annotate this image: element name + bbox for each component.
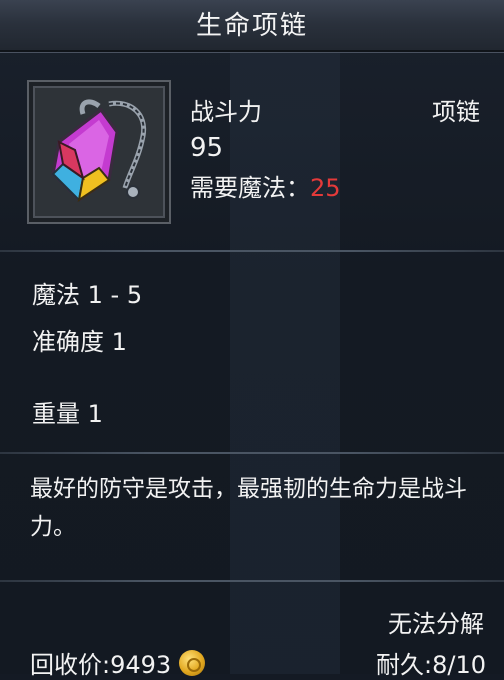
divider <box>0 452 504 454</box>
requirement-label: 需要魔法： <box>190 174 310 202</box>
cannot-decompose-text: 无法分解 <box>388 610 484 638</box>
attribute-line: 准确度 1 <box>32 328 127 356</box>
attribute-line: 魔法 1 - 5 <box>32 281 143 309</box>
item-tooltip-panel: 生命项链 战斗力 95 需要魔法：25 项链 魔法 1 - 5 准确度 1 重量… <box>0 0 504 679</box>
gold-coin-icon <box>179 649 206 676</box>
combat-power-label: 战斗力 <box>190 98 262 126</box>
sell-price: 回收价:9493 <box>30 645 206 680</box>
attribute-line: 重量 1 <box>32 400 103 428</box>
item-description: 最好的防守是攻击，最强韧的生命力是战斗力。 <box>30 476 467 540</box>
requirement-line: 需要魔法：25 <box>190 168 341 203</box>
combat-power-value: 95 <box>190 133 224 163</box>
requirement-value: 25 <box>310 174 341 202</box>
necklace-icon <box>51 99 147 203</box>
item-type: 项链 <box>432 98 480 126</box>
divider <box>0 580 504 582</box>
durability: 耐久:8/10 <box>376 651 486 679</box>
item-title: 生命项链 <box>195 11 308 41</box>
sell-price-text: 回收价:9493 <box>30 651 172 679</box>
title-bar: 生命项链 <box>0 0 504 53</box>
item-icon-slot <box>27 80 171 224</box>
divider <box>0 250 504 252</box>
